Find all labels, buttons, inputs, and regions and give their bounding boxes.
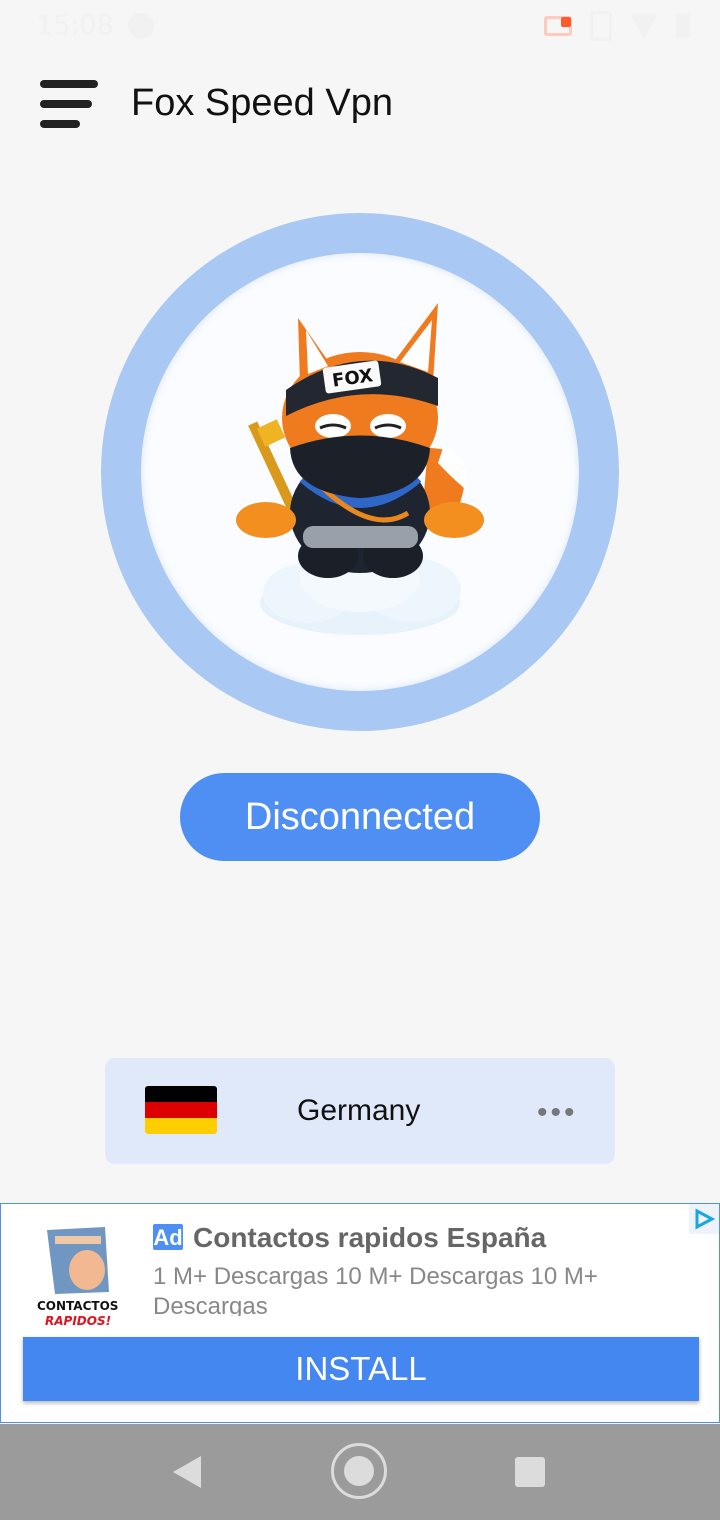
adchoices-icon[interactable] <box>689 1204 719 1234</box>
more-icon[interactable]: ••• <box>537 1096 578 1130</box>
wifi-icon <box>630 14 658 38</box>
cast-icon <box>544 16 572 36</box>
app-title: Fox Speed Vpn <box>131 82 393 124</box>
ad-banner[interactable]: CONTACTOS RAPIDOS! Ad Contactos rapidos … <box>0 1203 720 1423</box>
germany-flag-icon <box>145 1086 217 1134</box>
ad-thumb-line2: RAPIDOS! <box>45 1314 111 1328</box>
battery-icon <box>676 14 690 38</box>
install-button[interactable]: INSTALL <box>23 1337 699 1401</box>
ad-title[interactable]: Contactos rapidos España <box>193 1222 546 1254</box>
recents-icon[interactable] <box>515 1457 545 1487</box>
connection-status-button[interactable]: Disconnected <box>180 773 540 861</box>
status-icons <box>544 11 690 41</box>
ad-app-icon: CONTACTOS RAPIDOS! <box>37 1227 118 1328</box>
status-time: 15:08 <box>36 10 114 41</box>
server-country: Germany <box>297 1094 421 1127</box>
menu-icon[interactable] <box>40 80 98 128</box>
ad-thumb-line1: CONTACTOS <box>37 1299 118 1313</box>
back-icon[interactable] <box>173 1456 201 1488</box>
home-icon[interactable] <box>331 1443 387 1499</box>
ad-badge: Ad <box>153 1224 183 1250</box>
status-bar: 15:08 <box>0 0 720 52</box>
server-selector[interactable]: Germany ••• <box>105 1058 615 1164</box>
fox-mascot: FOX <box>236 303 484 635</box>
message-icon <box>128 13 154 39</box>
ad-description: 1 M+ Descargas 10 M+ Descargas 10 M+ Des… <box>153 1263 598 1316</box>
navigation-bar <box>0 1424 720 1520</box>
vibrate-icon <box>590 11 612 41</box>
